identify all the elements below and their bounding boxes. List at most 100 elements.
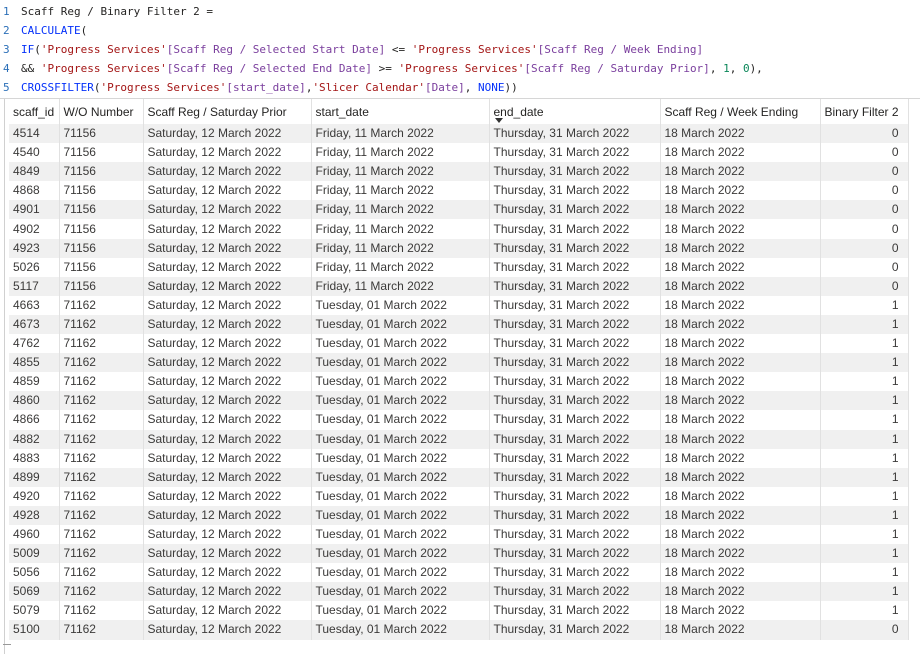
table-cell: 0 (820, 620, 909, 640)
table-row[interactable]: 5117 71156 Saturday, 12 March 2022 Friday, … (9, 276, 909, 296)
table-row[interactable]: 4928 71162 Saturday, 12 March 2022 Tuesday,… (9, 505, 909, 525)
table-cell: Thursday, 31 March 2022 (489, 200, 661, 220)
table-cell: Saturday, 12 March 2022 (143, 582, 312, 602)
table-cell: 5100 (9, 620, 60, 640)
table-row[interactable]: 4883 71162 Saturday, 12 March 2022 Tuesday,… (9, 448, 909, 468)
table-cell: Friday, 11 March 2022 (311, 219, 490, 239)
table-row[interactable]: 4860 71162 Saturday, 12 March 2022 Tuesday,… (9, 391, 909, 411)
table-cell: 71162 (59, 563, 144, 583)
column-header-scaff-id[interactable]: scaff_id (9, 99, 60, 124)
code-token: 'Progress Services' (411, 43, 538, 56)
table-cell: Saturday, 12 March 2022 (143, 238, 312, 258)
table-cell: 18 March 2022 (660, 295, 821, 315)
table-cell: 18 March 2022 (660, 410, 821, 430)
table-cell: 1 (820, 334, 909, 354)
code-line[interactable]: 1 Scaff Reg / Binary Filter 2 = (0, 2, 920, 21)
table-cell: 71156 (59, 181, 144, 201)
table-row[interactable]: 4663 71162 Saturday, 12 March 2022 Tuesday,… (9, 295, 909, 315)
table-cell: Saturday, 12 March 2022 (143, 353, 312, 373)
code-text: Scaff Reg / Binary Filter 2 = (21, 2, 213, 21)
column-header-label: scaff_id (13, 104, 55, 119)
table-cell: Saturday, 12 March 2022 (143, 563, 312, 583)
table-cell: 71156 (59, 238, 144, 258)
table-row[interactable]: 4882 71162 Saturday, 12 March 2022 Tuesday,… (9, 429, 909, 449)
table-cell: 1 (820, 353, 909, 373)
table-row[interactable]: 4859 71162 Saturday, 12 March 2022 Tuesday,… (9, 372, 909, 392)
table-cell: 18 March 2022 (660, 181, 821, 201)
column-header-end-date[interactable]: end_date (489, 99, 661, 124)
table-row[interactable]: 4540 71156 Saturday, 12 March 2022 Friday, … (9, 143, 909, 163)
table-row[interactable]: 4902 71156 Saturday, 12 March 2022 Friday, … (9, 219, 909, 239)
table-cell: 71162 (59, 429, 144, 449)
table-row[interactable]: 4920 71162 Saturday, 12 March 2022 Tuesday,… (9, 486, 909, 506)
table-row[interactable]: 4923 71156 Saturday, 12 March 2022 Friday, … (9, 238, 909, 258)
table-cell: Tuesday, 01 March 2022 (311, 334, 490, 354)
table-cell: Thursday, 31 March 2022 (489, 391, 661, 411)
table-cell: Saturday, 12 March 2022 (143, 124, 312, 144)
table-cell: Saturday, 12 March 2022 (143, 372, 312, 392)
table-row[interactable]: 5079 71162 Saturday, 12 March 2022 Tuesday,… (9, 601, 909, 621)
table-row[interactable]: 4901 71156 Saturday, 12 March 2022 Friday, … (9, 200, 909, 220)
code-line[interactable]: 2 CALCULATE( (0, 21, 920, 40)
code-line[interactable]: 3 IF('Progress Services'[Scaff Reg / Sele… (0, 40, 920, 59)
column-header-label: Scaff Reg / Week Ending (664, 104, 799, 119)
column-header-binary-filter-2[interactable]: Binary Filter 2 (820, 99, 909, 124)
table-cell: 18 March 2022 (660, 429, 821, 449)
code-line[interactable]: 5 CROSSFILTER('Progress Services'[start_d… (0, 78, 920, 97)
table-cell: Tuesday, 01 March 2022 (311, 295, 490, 315)
code-token: ), (749, 62, 763, 75)
table-cell: 4882 (9, 429, 60, 449)
table-row[interactable]: 4762 71162 Saturday, 12 March 2022 Tuesday,… (9, 334, 909, 354)
table-row[interactable]: 5009 71162 Saturday, 12 March 2022 Tuesday,… (9, 544, 909, 564)
table-cell: Thursday, 31 March 2022 (489, 314, 661, 335)
table-cell: Saturday, 12 March 2022 (143, 544, 312, 564)
table-cell: 18 March 2022 (660, 276, 821, 296)
table-cell: 1 (820, 505, 909, 525)
table-cell: Saturday, 12 March 2022 (143, 257, 312, 277)
sort-descending-icon[interactable] (494, 118, 503, 123)
table-cell: 4868 (9, 181, 60, 201)
code-token: [start_date] (226, 81, 306, 94)
table-cell: Thursday, 31 March 2022 (489, 563, 661, 583)
table-row[interactable]: 4514 71156 Saturday, 12 March 2022 Friday, … (9, 124, 909, 144)
code-token: [Scaff Reg / Selected End Date] (166, 62, 373, 75)
code-token: 0 (742, 62, 750, 75)
column-header-label: start_date (315, 104, 369, 119)
table-cell: 4899 (9, 467, 60, 487)
code-token: ( (80, 24, 88, 37)
table-row[interactable]: 4855 71162 Saturday, 12 March 2022 Tuesday,… (9, 353, 909, 373)
dax-formula-editor[interactable]: 1 Scaff Reg / Binary Filter 2 = 2 CALCULATE… (0, 0, 920, 98)
table-cell: 71162 (59, 353, 144, 373)
column-header-w-o-number[interactable]: W/O Number (59, 99, 144, 124)
data-table-view: scaff_id W/O Number Scaff Reg / Saturday P… (0, 98, 920, 655)
table-cell: 18 March 2022 (660, 601, 821, 621)
table-row[interactable]: 5056 71162 Saturday, 12 March 2022 Tuesday,… (9, 563, 909, 583)
table-cell: 18 March 2022 (660, 505, 821, 525)
table-cell: 1 (820, 448, 909, 468)
table-cell: 71156 (59, 143, 144, 163)
table-row[interactable]: 4960 71162 Saturday, 12 March 2022 Tuesday,… (9, 524, 909, 545)
table-cell: Thursday, 31 March 2022 (489, 238, 661, 258)
column-header-label: W/O Number (63, 104, 134, 119)
table-row[interactable]: 5069 71162 Saturday, 12 March 2022 Tuesday,… (9, 582, 909, 602)
code-text: CALCULATE( (21, 21, 87, 40)
table-row[interactable]: 4868 71156 Saturday, 12 March 2022 Friday, … (9, 181, 909, 201)
table-cell: Thursday, 31 March 2022 (489, 162, 661, 182)
table-row[interactable]: 4849 71156 Saturday, 12 March 2022 Friday, … (9, 162, 909, 182)
table-row[interactable]: 4899 71162 Saturday, 12 March 2022 Tuesday,… (9, 467, 909, 487)
table-cell: 18 March 2022 (660, 372, 821, 392)
table-cell: Saturday, 12 March 2022 (143, 467, 312, 487)
column-header-start-date[interactable]: start_date (311, 99, 490, 124)
table-cell: Saturday, 12 March 2022 (143, 276, 312, 296)
table-cell: Saturday, 12 March 2022 (143, 143, 312, 163)
table-row[interactable]: 5100 71162 Saturday, 12 March 2022 Tuesday,… (9, 620, 909, 640)
table-cell: 18 March 2022 (660, 544, 821, 564)
table-row[interactable]: 5026 71156 Saturday, 12 March 2022 Friday, … (9, 257, 909, 277)
table-cell: 71156 (59, 219, 144, 239)
table-row[interactable]: 4673 71162 Saturday, 12 March 2022 Tuesday,… (9, 314, 909, 335)
table-row[interactable]: 4866 71162 Saturday, 12 March 2022 Tuesday,… (9, 410, 909, 430)
column-header-scaff-reg-saturday-prior[interactable]: Scaff Reg / Saturday Prior (143, 99, 312, 124)
code-line[interactable]: 4 && 'Progress Services'[Scaff Reg / Sele… (0, 59, 920, 78)
column-header-scaff-reg-week-ending[interactable]: Scaff Reg / Week Ending (660, 99, 821, 124)
table-cell: 18 March 2022 (660, 524, 821, 545)
